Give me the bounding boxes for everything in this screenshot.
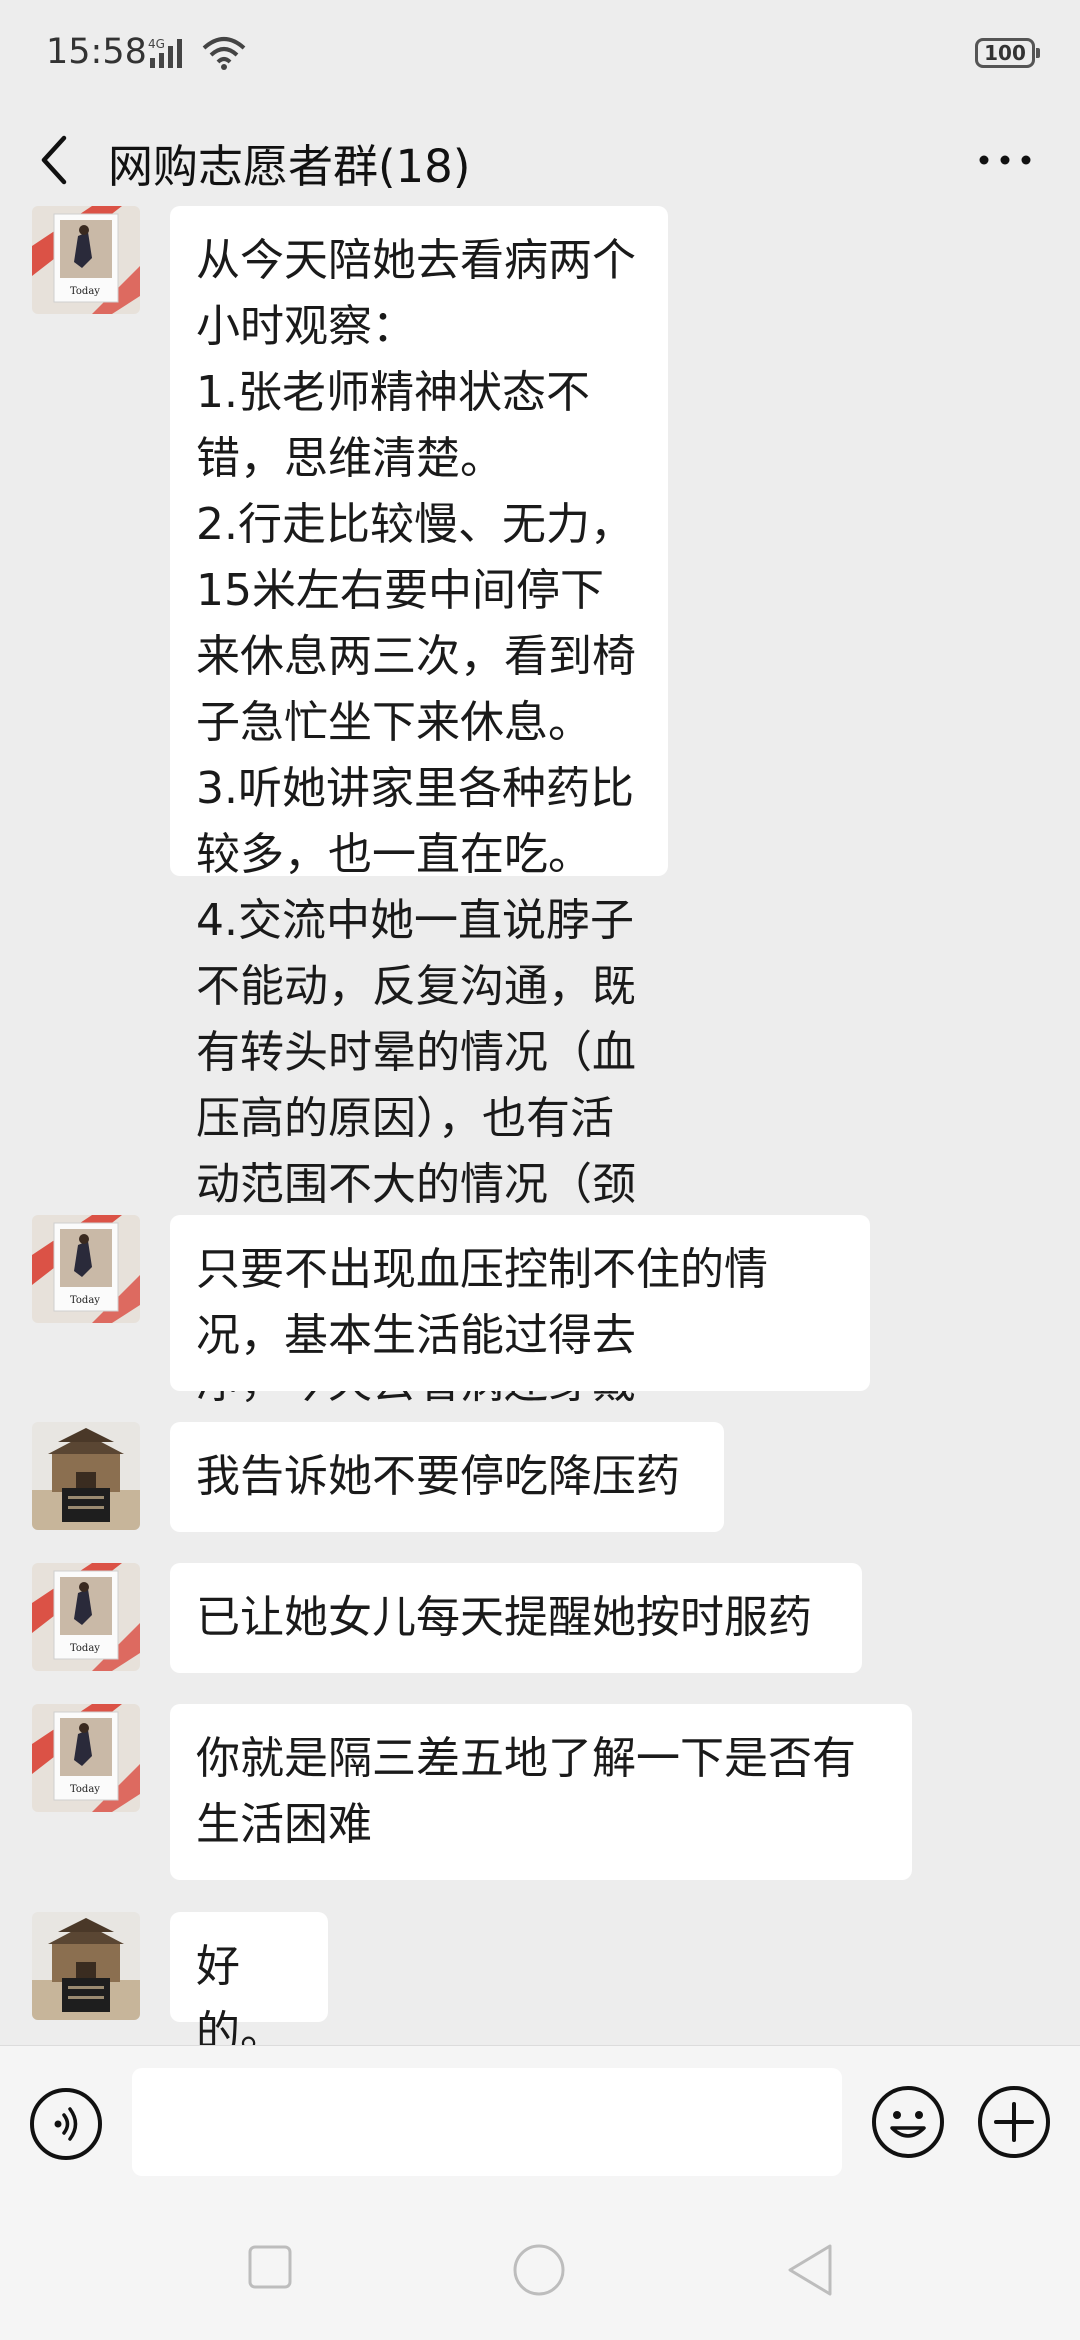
voice-input-icon[interactable] bbox=[28, 2086, 104, 2162]
message-bubble[interactable]: 好的。 bbox=[170, 1912, 328, 2058]
battery-level: 100 bbox=[984, 41, 1026, 65]
polaroid-avatar[interactable]: Today bbox=[32, 1563, 140, 1671]
message-bubble[interactable]: 你就是隔三差五地了解一下是否有生活困难 bbox=[170, 1704, 912, 1880]
message-bubble[interactable]: 我告诉她不要停吃降压药 bbox=[170, 1422, 724, 1532]
input-bar bbox=[0, 2045, 1080, 2206]
home-icon[interactable] bbox=[512, 2243, 566, 2297]
status-time: 15:58 bbox=[46, 32, 147, 72]
message-bubble[interactable]: 已让她女儿每天提醒她按时服药 bbox=[170, 1563, 862, 1673]
svg-text:Today: Today bbox=[70, 1784, 100, 1795]
battery-icon: 100 bbox=[975, 38, 1040, 68]
message-input[interactable] bbox=[132, 2068, 842, 2176]
polaroid-avatar[interactable]: Today bbox=[32, 206, 140, 314]
back-nav-icon[interactable] bbox=[786, 2243, 834, 2297]
gate-tower-avatar[interactable] bbox=[32, 1912, 140, 2020]
cellular-signal-icon: 4G bbox=[148, 37, 182, 68]
polaroid-avatar[interactable]: Today bbox=[32, 1704, 140, 1812]
recent-apps-icon[interactable] bbox=[248, 2245, 292, 2289]
wifi-icon bbox=[202, 37, 246, 70]
status-bar: 15:58 4G 100 bbox=[0, 0, 1080, 110]
message-bubble[interactable]: 从今天陪她去看病两个小时观察： 1.张老师精神状态不错，思维清楚。 2.行走比较… bbox=[170, 206, 668, 1474]
svg-text:Today: Today bbox=[70, 1295, 100, 1306]
message-list[interactable]: Today 从今天陪她去看病两个小时观察： 1.张老师精神状态不错，思维清楚。 … bbox=[0, 206, 1080, 2058]
back-arrow-icon[interactable] bbox=[30, 124, 80, 196]
more-options-icon[interactable] bbox=[972, 130, 1038, 190]
gate-tower-avatar[interactable] bbox=[32, 1422, 140, 1530]
emoji-icon[interactable] bbox=[870, 2084, 946, 2160]
chat-title: 网购志愿者群(18) bbox=[108, 140, 471, 193]
network-type: 4G bbox=[148, 37, 165, 51]
polaroid-avatar[interactable]: Today bbox=[32, 1215, 140, 1323]
message-bubble[interactable]: 只要不出现血压控制不住的情况，基本生活能过得去 bbox=[170, 1215, 870, 1391]
system-navigation-bar bbox=[0, 2205, 1080, 2340]
svg-text:Today: Today bbox=[70, 1643, 100, 1654]
chat-header: 网购志愿者群(18) bbox=[0, 110, 1080, 210]
plus-icon[interactable] bbox=[976, 2084, 1052, 2160]
svg-text:Today: Today bbox=[70, 286, 100, 297]
